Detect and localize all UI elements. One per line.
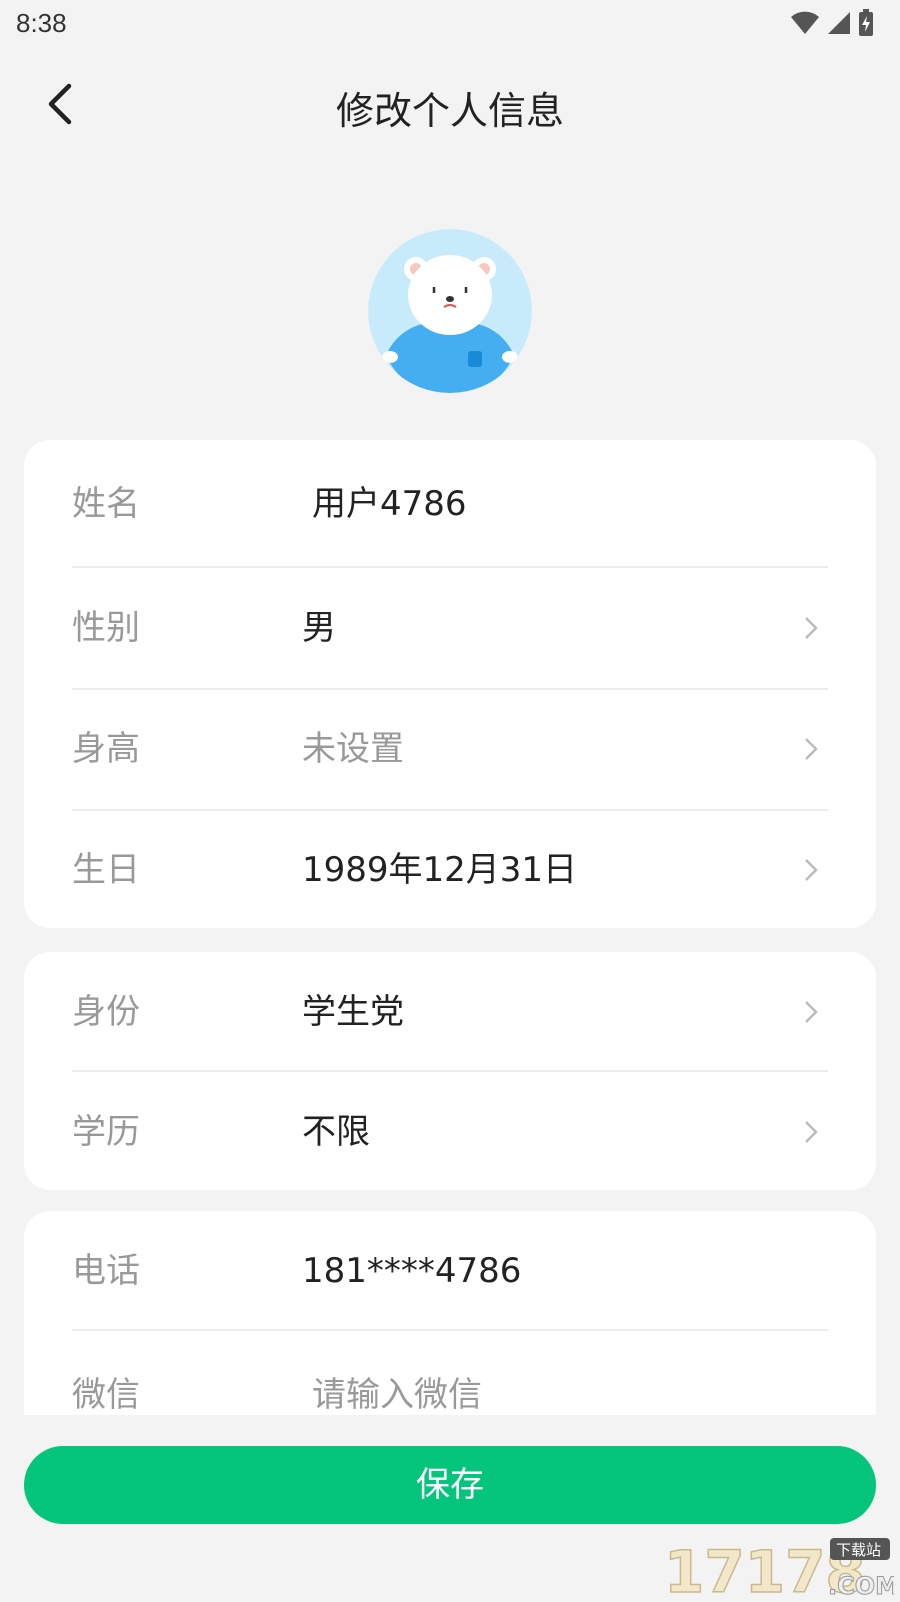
identity-card: 身份 学生党 学历 不限 bbox=[24, 952, 876, 1190]
gender-label: 性别 bbox=[72, 608, 140, 648]
basic-info-card: 姓名 用户4786 性别 男 身高 未设置 生日 1989年12月31日 bbox=[24, 440, 876, 928]
signal-icon bbox=[826, 10, 852, 40]
gender-row[interactable]: 性别 男 bbox=[72, 568, 828, 688]
height-value: 未设置 bbox=[302, 729, 404, 769]
wechat-row[interactable]: 微信 请输入微信 bbox=[72, 1335, 828, 1415]
wechat-input[interactable]: 请输入微信 bbox=[312, 1335, 482, 1415]
birthday-row[interactable]: 生日 1989年12月31日 bbox=[72, 810, 828, 928]
save-button[interactable]: 保存 bbox=[24, 1446, 876, 1524]
status-bar: 8:38 bbox=[0, 0, 900, 50]
phone-value: 181****4786 bbox=[302, 1251, 522, 1291]
identity-value: 学生党 bbox=[302, 992, 404, 1032]
chevron-right-icon bbox=[805, 859, 818, 881]
birthday-label: 生日 bbox=[72, 850, 140, 890]
chevron-right-icon bbox=[805, 1121, 818, 1143]
watermark-logo: 17178 下载站 .COM bbox=[663, 1536, 899, 1602]
divider bbox=[72, 1329, 828, 1331]
identity-label: 身份 bbox=[72, 992, 140, 1032]
birthday-value: 1989年12月31日 bbox=[302, 850, 578, 890]
wechat-label: 微信 bbox=[72, 1375, 140, 1415]
education-value: 不限 bbox=[302, 1112, 370, 1152]
education-row[interactable]: 学历 不限 bbox=[72, 1072, 828, 1190]
contact-card: 电话 181****4786 微信 请输入微信 bbox=[24, 1211, 876, 1415]
status-icons bbox=[790, 8, 874, 42]
wifi-icon bbox=[790, 10, 820, 40]
gender-value: 男 bbox=[302, 608, 336, 648]
watermark-sub: 下载站 bbox=[836, 1541, 881, 1559]
page-title: 修改个人信息 bbox=[335, 89, 564, 133]
identity-row[interactable]: 身份 学生党 bbox=[72, 952, 828, 1072]
height-label: 身高 bbox=[72, 729, 140, 769]
phone-row: 电话 181****4786 bbox=[72, 1211, 828, 1331]
watermark-domain: .COM bbox=[828, 1572, 894, 1598]
top-bar: 修改个人信息 bbox=[0, 60, 900, 150]
status-time: 8:38 bbox=[16, 8, 67, 38]
chevron-right-icon bbox=[805, 738, 818, 760]
chevron-right-icon bbox=[805, 1001, 818, 1023]
name-label: 姓名 bbox=[72, 484, 140, 524]
avatar[interactable] bbox=[368, 229, 532, 393]
battery-charging-icon bbox=[858, 9, 874, 41]
name-input[interactable]: 用户4786 bbox=[312, 444, 467, 564]
height-row[interactable]: 身高 未设置 bbox=[72, 689, 828, 809]
education-label: 学历 bbox=[72, 1112, 140, 1152]
polar-bear-avatar bbox=[368, 229, 532, 393]
chevron-right-icon bbox=[805, 617, 818, 639]
phone-label: 电话 bbox=[72, 1251, 140, 1291]
name-row[interactable]: 姓名 用户4786 bbox=[72, 444, 828, 564]
